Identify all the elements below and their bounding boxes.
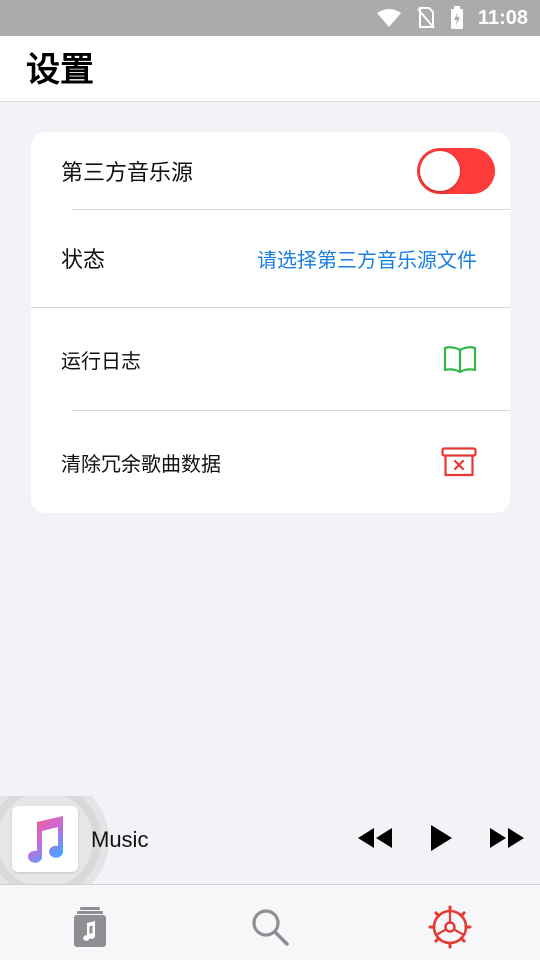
settings-row-run-log[interactable]: 运行日志 (31, 308, 510, 410)
track-title: Music (91, 827, 149, 852)
no-sim-icon (417, 7, 435, 29)
tab-bar (0, 884, 540, 960)
trash-bin-icon[interactable] (441, 447, 477, 477)
album-art[interactable] (12, 806, 78, 872)
toggle-knob (420, 150, 460, 191)
settings-card: 第三方音乐源 状态 请选择第三方音乐源文件 运行日志 清除冗余歌曲数据 (31, 132, 510, 513)
tab-search[interactable] (246, 903, 294, 951)
open-book-icon[interactable] (443, 345, 477, 373)
search-icon (252, 909, 289, 946)
status-value-link[interactable]: 请选择第三方音乐源文件 (257, 244, 477, 273)
music-note-icon (28, 816, 63, 863)
next-button[interactable] (488, 822, 526, 854)
library-icon (74, 907, 106, 947)
third-party-source-label: 第三方音乐源 (61, 160, 194, 186)
run-log-label: 运行日志 (61, 348, 141, 373)
page-title: 设置 (26, 50, 94, 90)
third-party-source-toggle[interactable] (417, 147, 495, 194)
status-label: 状态 (61, 248, 106, 273)
settings-row-third-party-source: 第三方音乐源 (31, 132, 510, 209)
tab-library[interactable] (66, 903, 114, 951)
play-icon (431, 825, 452, 851)
next-icon (490, 828, 524, 848)
battery-charging-icon (450, 6, 463, 29)
play-button[interactable] (428, 822, 454, 854)
wifi-icon (376, 9, 401, 27)
status-time: 11:08 (477, 6, 528, 29)
settings-gear-icon (428, 905, 472, 949)
settings-row-clear-data[interactable]: 清除冗余歌曲数据 (31, 411, 510, 513)
mini-player[interactable]: Music (0, 796, 540, 884)
status-bar: 11:08 (0, 0, 540, 36)
clear-data-label: 清除冗余歌曲数据 (61, 451, 221, 476)
tab-settings[interactable] (426, 903, 474, 951)
previous-icon (358, 828, 392, 848)
previous-button[interactable] (356, 822, 394, 854)
header: 设置 (0, 36, 540, 102)
settings-row-status[interactable]: 状态 请选择第三方音乐源文件 (31, 209, 510, 307)
